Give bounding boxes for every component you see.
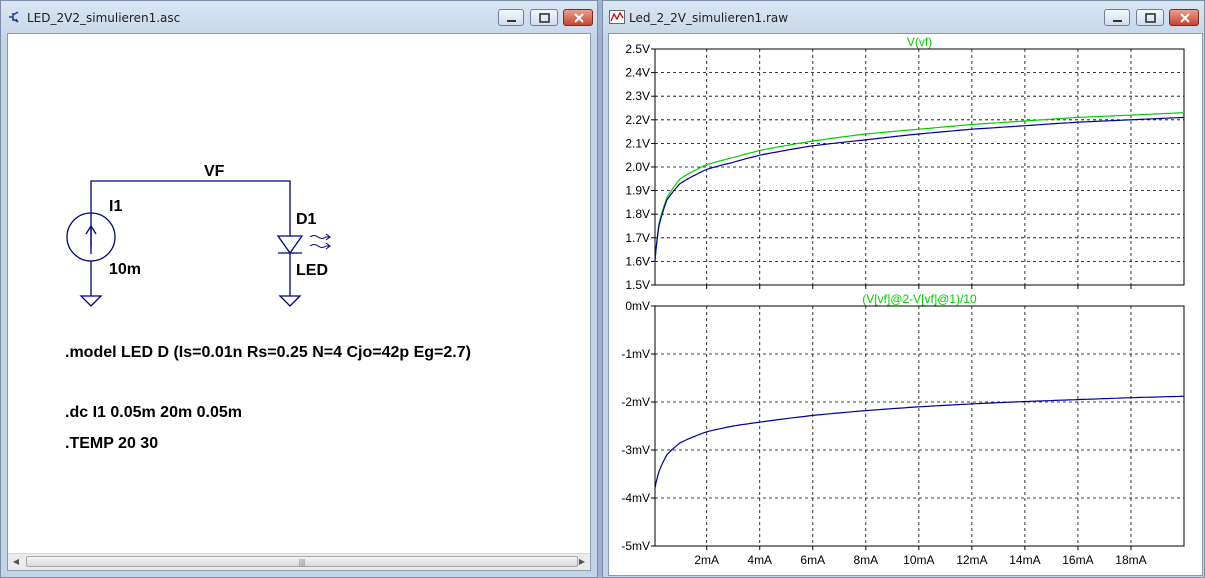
maximize-icon: [1145, 13, 1156, 23]
y-tick-label: 2.2V: [625, 113, 650, 127]
waveform-app-icon: [609, 10, 625, 24]
x-tick-label: 2mA: [694, 553, 719, 567]
minimize-icon: [1113, 20, 1122, 22]
chart-pane-top: 1.5V 1.6V 1.7V 1.8V 1.9V 2.0V 2.1V 2.2V 2.3V 2.4V…: [625, 35, 1185, 292]
y-tick-label: -4mV: [621, 491, 650, 505]
chart-pane-bottom: 2mA 4mA 6mA 8mA 10mA 12mA 14mA 16mA 18mA 0mV -1mV -…: [621, 292, 1185, 567]
plot-title: (V[vf]@2-V[vf]@1)/10: [862, 292, 977, 306]
y-tick-label: 2.0V: [625, 160, 650, 174]
source-name-label[interactable]: I1: [109, 198, 122, 216]
y-tick-label: 1.9V: [625, 184, 650, 198]
x-tick-label: 6mA: [800, 553, 825, 567]
scroll-left-icon[interactable]: ◀: [8, 554, 24, 570]
ground-symbol-2[interactable]: [278, 294, 302, 307]
minimize-button[interactable]: [498, 9, 524, 26]
minimize-button[interactable]: [1104, 9, 1130, 26]
source-value-label[interactable]: 10m: [109, 261, 141, 279]
x-tick-label: 12mA: [956, 553, 987, 567]
x-tick-label: 18mA: [1115, 553, 1146, 567]
waveform-window[interactable]: Led_2_2V_simulieren1.raw 1.5V 1.6V 1.7V 1.8…: [602, 0, 1205, 578]
y-tick-label: 2.3V: [625, 89, 650, 103]
diode-name-label[interactable]: D1: [296, 211, 316, 229]
scrollbar-grip-icon: |||: [298, 558, 306, 567]
maximize-button[interactable]: [530, 9, 558, 26]
ground-symbol-1[interactable]: [79, 294, 103, 307]
schematic-window[interactable]: LED_2V2_simulieren1.asc VF I1 10m D1 LED…: [0, 0, 598, 578]
y-tick-label: 1.7V: [625, 231, 650, 245]
x-tick-label: 10mA: [903, 553, 934, 567]
y-tick-label: 1.6V: [625, 254, 650, 268]
y-tick-label: -1mV: [621, 347, 650, 361]
schematic-titlebar[interactable]: LED_2V2_simulieren1.asc: [1, 1, 597, 33]
y-tick-label: -3mV: [621, 443, 650, 457]
trace-blue[interactable]: [654, 395, 1185, 489]
waveform-titlebar[interactable]: Led_2_2V_simulieren1.raw: [603, 1, 1204, 33]
close-button[interactable]: [1169, 9, 1199, 26]
close-icon: [574, 13, 584, 23]
schematic-window-title: LED_2V2_simulieren1.asc: [27, 11, 181, 25]
schematic-app-icon: [9, 11, 19, 23]
x-tick-label: 14mA: [1009, 553, 1040, 567]
scroll-right-icon[interactable]: ▶: [574, 554, 590, 570]
schematic-drawing: [66, 180, 331, 307]
waveform-plot-area[interactable]: 1.5V 1.6V 1.7V 1.8V 1.9V 2.0V 2.1V 2.2V 2.3V 2.4V…: [608, 33, 1203, 576]
schematic-canvas[interactable]: VF I1 10m D1 LED .model LED D (Is=0.01n …: [7, 33, 591, 571]
waveform-plots[interactable]: 1.5V 1.6V 1.7V 1.8V 1.9V 2.0V 2.1V 2.2V 2.3V 2.4V…: [609, 34, 1203, 576]
x-tick-label: 8mA: [853, 553, 878, 567]
close-button[interactable]: [563, 9, 593, 26]
diode-model-label[interactable]: LED: [296, 262, 328, 280]
net-wire[interactable]: [90, 180, 291, 254]
y-tick-label: 2.5V: [625, 42, 650, 56]
horizontal-scrollbar[interactable]: ◀ ||| ▶: [8, 553, 590, 570]
y-tick-label: 2.1V: [625, 136, 650, 150]
maximize-button[interactable]: [1136, 9, 1164, 26]
dc-directive[interactable]: .dc I1 0.05m 20m 0.05m: [65, 404, 242, 422]
model-directive[interactable]: .model LED D (Is=0.01n Rs=0.25 N=4 Cjo=4…: [65, 344, 471, 362]
x-tick-label: 16mA: [1062, 553, 1093, 567]
temp-directive[interactable]: .TEMP 20 30: [65, 435, 158, 453]
y-tick-label: 0mV: [625, 299, 650, 313]
scrollbar-thumb[interactable]: |||: [26, 556, 578, 567]
y-tick-label: 2.4V: [625, 66, 650, 80]
net-label-vf[interactable]: VF: [204, 163, 224, 181]
plot-title: V(vf): [907, 35, 932, 49]
minimize-icon: [507, 20, 516, 22]
waveform-window-title: Led_2_2V_simulieren1.raw: [629, 11, 789, 25]
maximize-icon: [539, 13, 550, 23]
y-tick-label: 1.8V: [625, 207, 650, 221]
trace-green[interactable]: [654, 112, 1185, 262]
y-tick-label: 1.5V: [625, 278, 650, 292]
y-tick-label: -5mV: [621, 539, 650, 553]
trace-blue[interactable]: [654, 116, 1185, 262]
y-tick-label: -2mV: [621, 395, 650, 409]
x-tick-label: 4mA: [747, 553, 772, 567]
close-icon: [1180, 13, 1190, 23]
